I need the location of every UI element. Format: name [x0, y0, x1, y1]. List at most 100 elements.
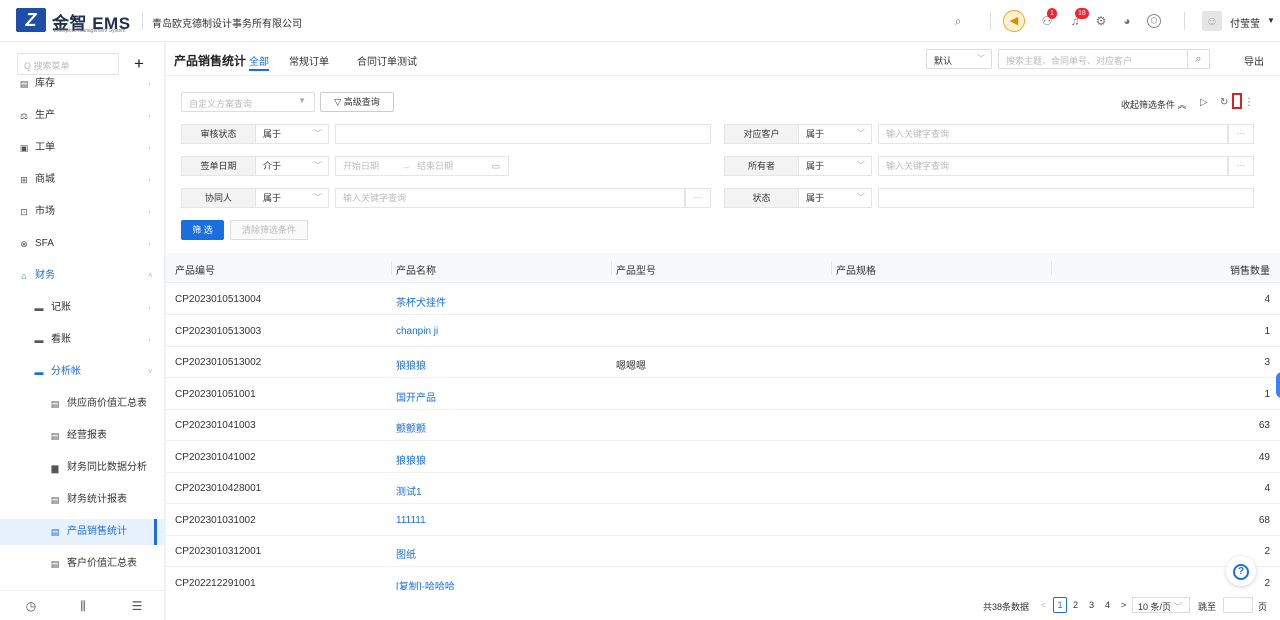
sidebar-item-market[interactable]: ⊡ 市场 › — [0, 199, 165, 225]
sidebar-item-customer-value[interactable]: ▤ 客户价值汇总表 — [0, 551, 165, 577]
history-icon[interactable]: ◷ — [24, 599, 38, 613]
sidebar-item-production[interactable]: ⚖ 生产 › — [0, 103, 165, 129]
jump-page-input[interactable] — [1223, 597, 1253, 613]
tab-regular-orders[interactable]: 常规订单 — [289, 53, 329, 68]
sidebar-item-workorder[interactable]: ▣ 工单 › — [0, 135, 165, 161]
sidebar-item-yoy-analysis[interactable]: ▆ 财务同比数据分析 — [0, 455, 165, 481]
next-page-button[interactable]: > — [1121, 600, 1126, 610]
page-size-select[interactable]: 10 条/页 ﹀ — [1132, 597, 1190, 613]
table-row[interactable]: CP202301031002 111111 68 — [166, 505, 1280, 536]
sidebar-item-finance-stats[interactable]: ▤ 财务统计报表 — [0, 487, 165, 513]
collaborator-more-button[interactable]: ··· — [685, 188, 711, 208]
search-icon[interactable]: ⌕ — [1188, 49, 1210, 69]
export-button[interactable]: 导出 — [1244, 53, 1264, 68]
product-name-link[interactable]: 国开产品 — [396, 389, 436, 404]
page-button[interactable]: 4 — [1105, 600, 1110, 610]
prev-page-button[interactable]: < — [1041, 600, 1046, 610]
sidebar-item-bookkeeping[interactable]: ▬ 记账 › — [0, 295, 165, 321]
owner-input[interactable]: 输入关键字查询 — [878, 156, 1228, 176]
user-name[interactable]: 付莹莹 — [1230, 15, 1260, 30]
collapse-menu-icon[interactable]: ☰ — [130, 599, 144, 613]
search-icon[interactable]: ⌕ — [951, 14, 965, 28]
settings-gear-icon[interactable]: ⚙ — [1094, 14, 1108, 28]
collaborator-operator[interactable]: 属于 ﹀ — [255, 188, 329, 208]
pie-chart-icon[interactable]: ◕ — [1120, 14, 1134, 28]
advanced-search-button[interactable]: ▽ 高级查询 — [320, 92, 394, 112]
table-row[interactable]: CP2023010312001 图纸 2 — [166, 536, 1280, 567]
owner-operator[interactable]: 属于 ﹀ — [798, 156, 872, 176]
sidebar-item-operating-report[interactable]: ▤ 经营报表 — [0, 423, 165, 449]
caret-down-icon: ▼ — [298, 96, 306, 105]
sidebar-item-sfa[interactable]: ⊗ SFA › — [0, 231, 165, 257]
end-date-placeholder: 结束日期 — [417, 161, 454, 171]
sign-date-label: 签单日期 — [181, 156, 256, 176]
avatar[interactable]: ☺ — [1202, 11, 1222, 31]
sidebar-item-product-sales[interactable]: ▤ 产品销售统计 — [0, 519, 165, 545]
column-header-name[interactable]: 产品名称 — [396, 262, 436, 277]
floating-assistant-icon[interactable] — [1276, 372, 1280, 398]
view-select[interactable]: 默认 ﹀ — [926, 49, 992, 69]
table-row[interactable]: CP2023010428001 测试1 4 — [166, 473, 1280, 504]
customer-input[interactable]: 输入关键字查询 — [878, 124, 1228, 144]
product-name-link[interactable]: 颤颤颤 — [396, 420, 426, 435]
owner-more-button[interactable]: ··· — [1228, 156, 1254, 176]
status-operator[interactable]: 属于 ﹀ — [798, 188, 872, 208]
product-name-link[interactable]: 111111 — [396, 515, 426, 526]
page-button[interactable]: 3 — [1089, 600, 1094, 610]
table-row[interactable]: CP2023010513003 chanpin ji 1 — [166, 316, 1280, 347]
table-row[interactable]: CP202301051001 国开产品 1 — [166, 379, 1280, 410]
product-name-link[interactable]: 狼狼狼 — [396, 452, 426, 467]
tab-contract-orders[interactable]: 合同订单测试 — [357, 53, 417, 68]
customer-more-button[interactable]: ··· — [1228, 124, 1254, 144]
sidebar-item-finance[interactable]: ⌂ 财务 ˄ — [0, 263, 165, 289]
page-button[interactable]: 2 — [1073, 600, 1078, 610]
product-name-link[interactable]: 图纸 — [396, 546, 416, 561]
contacts-icon[interactable]: ⚇ 1 — [1040, 8, 1057, 28]
refresh-icon[interactable]: ↻ — [1220, 97, 1228, 108]
column-header-model[interactable]: 产品型号 — [616, 262, 656, 277]
page-button-current[interactable]: 1 — [1053, 597, 1067, 613]
sidebar-item-inventory[interactable]: ▤ 库存 › — [0, 71, 165, 97]
audit-status-operator[interactable]: 属于 ﹀ — [255, 124, 329, 144]
shield-icon[interactable]: ⬡ — [1147, 14, 1161, 28]
table-row[interactable]: CP2023010513004 茶杯犬挂件 4 — [166, 284, 1280, 315]
date-range-picker[interactable]: 开始日期 → 结束日期 ▭ — [335, 156, 509, 176]
sidebar-item-analysis[interactable]: ▬ 分析帐 ˅ — [0, 359, 165, 385]
status-input[interactable] — [878, 188, 1254, 208]
user-menu-caret-icon[interactable]: ▼ — [1264, 14, 1278, 28]
table-row[interactable]: CP202301041002 狼狼狼 49 — [166, 442, 1280, 473]
clear-filters-button[interactable]: 清除筛选条件 — [230, 220, 308, 240]
product-name-link[interactable]: chanpin ji — [396, 326, 438, 337]
scheme-select[interactable]: 自定义方案查询 ▼ — [181, 92, 315, 112]
sidebar-item-viewbooks[interactable]: ▬ 看账 › — [0, 327, 165, 353]
help-button[interactable]: ? — [1226, 556, 1256, 586]
audit-status-input[interactable] — [335, 124, 711, 144]
column-settings-highlight[interactable] — [1232, 93, 1242, 109]
tab-all[interactable]: 全部 — [249, 53, 269, 71]
column-header-code[interactable]: 产品编号 — [175, 262, 215, 277]
collapse-filters-button[interactable]: 收起筛选条件 ︽ — [1121, 98, 1187, 111]
product-name-link[interactable]: 测试1 — [396, 483, 422, 498]
sign-date-operator[interactable]: 介于 ﹀ — [255, 156, 329, 176]
more-vertical-icon[interactable]: ⋮ — [1244, 97, 1254, 108]
table-row[interactable]: CP2023010513002 狼狼狼 嗯嗯嗯 3 — [166, 347, 1280, 378]
sidebar-item-supplier-value[interactable]: ▤ 供应商价值汇总表 — [0, 391, 165, 417]
column-header-spec[interactable]: 产品规格 — [836, 262, 876, 277]
product-code-cell: CP202301041003 — [175, 420, 256, 431]
announcement-icon[interactable]: ◀ — [1003, 10, 1025, 32]
play-icon[interactable]: ▷ — [1200, 97, 1208, 108]
tools-icon[interactable]: ⫼ — [76, 599, 90, 614]
jump-suffix: 页 — [1258, 602, 1268, 612]
finance-icon: ⌂ — [21, 271, 27, 281]
notification-bell-icon[interactable]: ♫ 18 — [1068, 8, 1089, 28]
customer-operator[interactable]: 属于 ﹀ — [798, 124, 872, 144]
product-name-link[interactable]: 茶杯犬挂件 — [396, 294, 446, 309]
search-input[interactable]: 搜索主题、合同单号、对应客户 — [998, 49, 1188, 69]
production-icon: ⚖ — [19, 111, 29, 121]
table-row[interactable]: CP202301041003 颤颤颤 63 — [166, 410, 1280, 441]
collaborator-input[interactable]: 输入关键字查询 — [335, 188, 685, 208]
filter-submit-button[interactable]: 筛 选 — [181, 220, 224, 240]
column-header-qty[interactable]: 销售数量 — [1230, 262, 1270, 277]
product-name-link[interactable]: 狼狼狼 — [396, 357, 426, 372]
sidebar-item-mall[interactable]: ⊞ 商城 › — [0, 167, 165, 193]
